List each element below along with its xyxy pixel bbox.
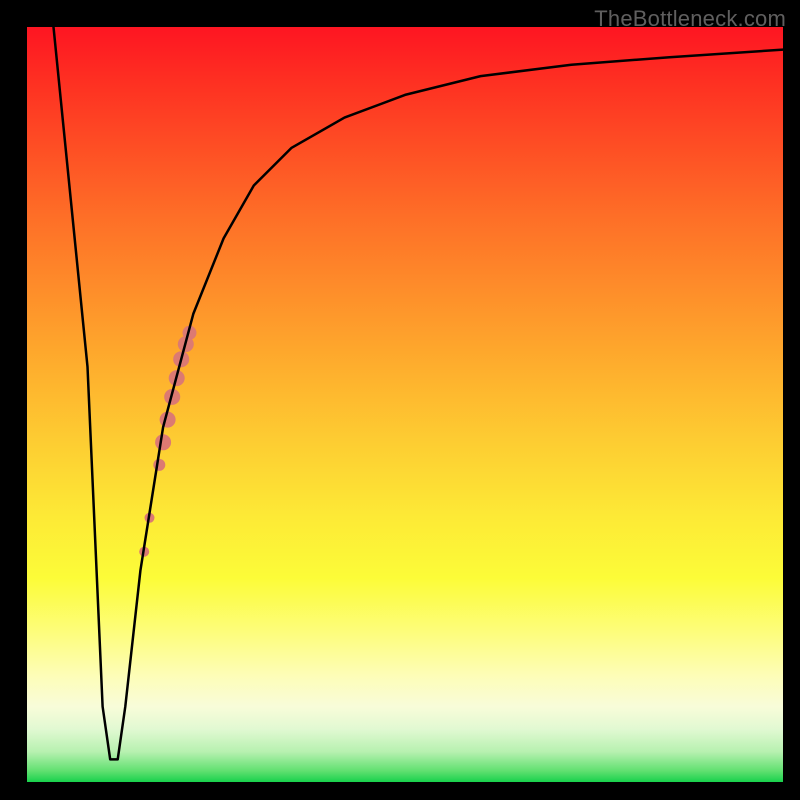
curve-layer: [27, 27, 783, 782]
dot: [153, 459, 165, 471]
plot-area: [27, 27, 783, 782]
dot: [155, 434, 171, 450]
chart-container: TheBottleneck.com: [0, 0, 800, 800]
bottleneck-curve: [54, 27, 784, 759]
watermark-text: TheBottleneck.com: [594, 6, 786, 32]
